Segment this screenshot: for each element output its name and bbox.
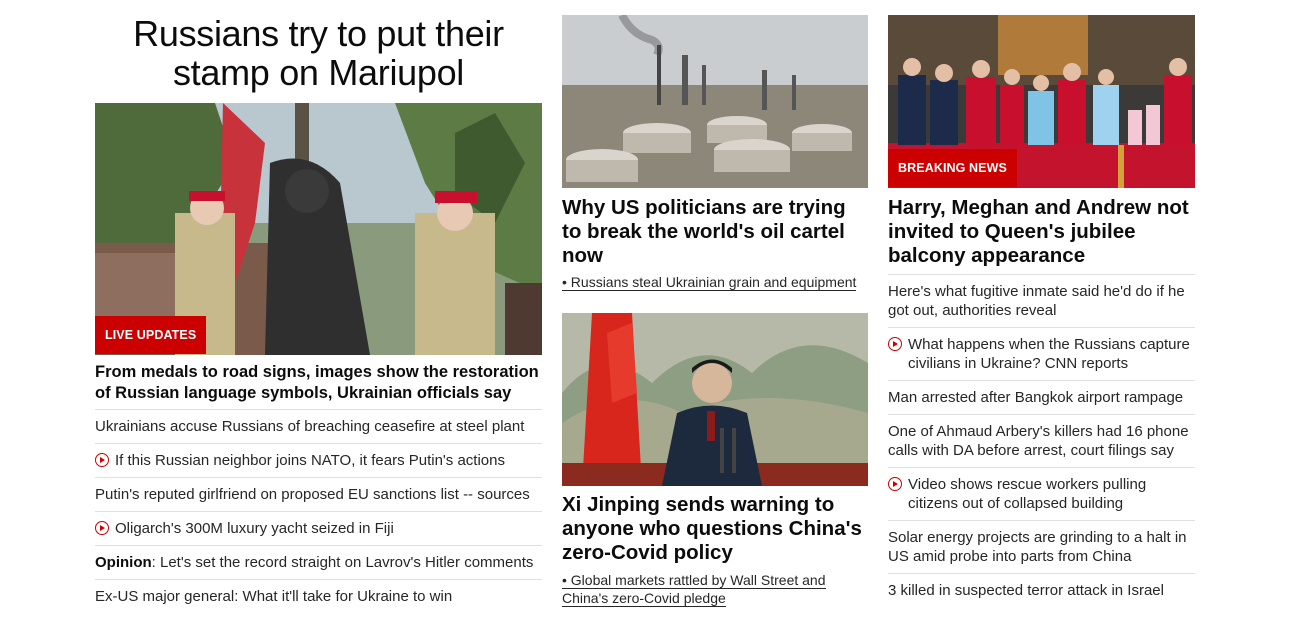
list-item[interactable]: What happens when the Russians capture c… [888,327,1195,380]
play-circle-icon [888,337,902,351]
xi-jinping-image[interactable] [562,313,868,486]
list-item-text[interactable]: One of Ahmaud Arbery's killers had 16 ph… [888,422,1195,460]
list-item-text[interactable]: Ex-US major general: What it'll take for… [95,587,452,606]
grain-sub-link[interactable]: • Russians steal Ukrainian grain and equ… [562,273,868,291]
list-item[interactable]: Man arrested after Bangkok airport rampa… [888,380,1195,414]
xi-jinping-headline[interactable]: Xi Jinping sends warning to anyone who q… [562,493,868,565]
list-item-text[interactable]: Video shows rescue workers pulling citiz… [908,475,1195,513]
list-item-text[interactable]: Solar energy projects are grinding to a … [888,528,1195,566]
play-circle-icon [95,521,109,535]
mariupol-image[interactable]: LIVE UPDATES [95,103,542,355]
list-item-text[interactable]: Putin's reputed girlfriend on proposed E… [95,485,530,504]
left-story-list: Ukrainians accuse Russians of breaching … [95,409,542,613]
list-item[interactable]: Video shows rescue workers pulling citiz… [888,467,1195,520]
list-item-text[interactable]: Here's what fugitive inmate said he'd do… [888,282,1195,320]
main-headline[interactable]: From medals to road signs, images show t… [95,362,545,403]
list-item[interactable]: If this Russian neighbor joins NATO, it … [95,443,542,477]
play-circle-icon [95,453,109,467]
list-item-text[interactable]: Ukrainians accuse Russians of breaching … [95,417,524,436]
list-item[interactable]: One of Ahmaud Arbery's killers had 16 ph… [888,414,1195,467]
grain-sub-link-text: Russians steal Ukrainian grain and equip… [570,274,857,290]
opinion-label: Opinion [95,554,152,571]
list-item[interactable]: Ex-US major general: What it'll take for… [95,579,542,613]
list-item-text[interactable]: If this Russian neighbor joins NATO, it … [115,451,505,470]
oil-refinery-image[interactable] [562,15,868,188]
list-item-text[interactable]: What happens when the Russians capture c… [908,335,1195,373]
list-item-text[interactable]: Oligarch's 300M luxury yacht seized in F… [115,519,394,538]
list-item[interactable]: Ukrainians accuse Russians of breaching … [95,409,542,443]
opinion-text: : Let's set the record straight on Lavro… [151,554,534,571]
list-item[interactable]: Here's what fugitive inmate said he'd do… [888,274,1195,327]
list-item-text[interactable]: Opinion: Let's set the record straight o… [95,553,533,572]
markets-sub-link-text: Global markets rattled by Wall Street an… [562,572,826,606]
banner-title[interactable]: Russians try to put their stamp on Mariu… [95,14,542,92]
oil-cartel-headline[interactable]: Why US politicians are trying to break t… [562,196,868,268]
play-circle-icon [888,477,902,491]
royal-balcony-image[interactable]: BREAKING NEWS [888,15,1195,188]
list-item[interactable]: Opinion: Let's set the record straight o… [95,545,542,579]
list-item[interactable]: 3 killed in suspected terror attack in I… [888,573,1195,607]
royal-headline[interactable]: Harry, Meghan and Andrew not invited to … [888,196,1195,268]
breaking-news-badge: BREAKING NEWS [888,149,1017,187]
right-story-list: Here's what fugitive inmate said he'd do… [888,274,1195,607]
list-item[interactable]: Putin's reputed girlfriend on proposed E… [95,477,542,511]
markets-sub-link[interactable]: • Global markets rattled by Wall Street … [562,571,868,607]
live-updates-badge: LIVE UPDATES [95,316,207,354]
list-item-text[interactable]: Man arrested after Bangkok airport rampa… [888,388,1183,407]
list-item[interactable]: Oligarch's 300M luxury yacht seized in F… [95,511,542,545]
list-item-text[interactable]: 3 killed in suspected terror attack in I… [888,581,1164,600]
list-item[interactable]: Solar energy projects are grinding to a … [888,520,1195,573]
